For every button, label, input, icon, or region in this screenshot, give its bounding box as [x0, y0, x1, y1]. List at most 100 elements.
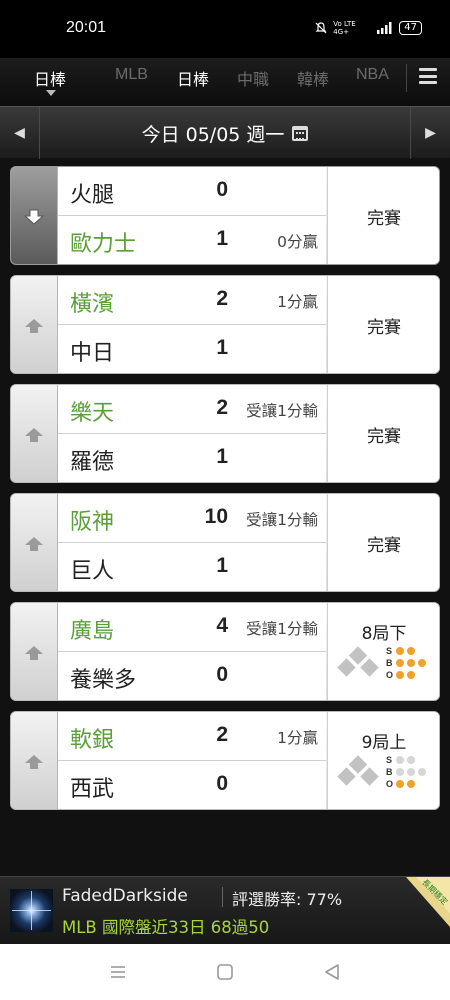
team-row-home: 羅德 1 — [58, 434, 326, 482]
ball-row: B — [386, 766, 436, 778]
team-name: 軟銀 — [70, 728, 115, 753]
current-date: 今日 05/05 週一 — [141, 123, 285, 146]
arrow-up-icon — [25, 318, 43, 333]
team-name: 歐力士 — [70, 232, 137, 257]
handicap-result: 受讓1分輸 — [246, 402, 318, 420]
team-score: 1 — [216, 445, 228, 468]
expert-banner[interactable]: FadedDarkside 評選勝率: 77% MLB 國際盤近33日 68過5… — [0, 876, 450, 944]
out-row: O — [386, 778, 436, 790]
recent-apps-icon[interactable] — [108, 963, 128, 981]
count-dot — [407, 659, 415, 667]
team-score: 2 — [216, 287, 228, 310]
inning-status: 8局下 — [361, 624, 407, 644]
count-dot — [407, 671, 415, 679]
bases-diamond-icon — [337, 755, 379, 786]
team-name: 巨人 — [70, 559, 115, 584]
divider — [222, 887, 223, 907]
strike-label: S — [386, 755, 393, 765]
count-dot — [396, 671, 404, 679]
left-arrow-icon: ◀ — [14, 125, 25, 141]
game-status-panel: 8局下 S B O — [327, 603, 439, 700]
arrow-up-icon — [25, 427, 43, 442]
team-row-away: 火腿 0 — [58, 167, 326, 216]
teams-panel: 橫濱 2 1分贏 中日 1 — [58, 276, 326, 373]
tab-japan-baseball[interactable]: 日棒 — [177, 66, 209, 90]
right-arrow-icon: ▶ — [425, 125, 436, 141]
selected-tab-indicator — [46, 90, 56, 96]
team-row-away: 廣島 4 受讓1分輸 — [58, 603, 326, 652]
ball-row: B — [386, 657, 436, 669]
next-day-button[interactable]: ▶ — [410, 107, 450, 159]
count-indicator: S B O — [386, 645, 436, 681]
game-status: 完賽 — [367, 318, 401, 338]
team-score: 0 — [216, 178, 228, 201]
previous-day-button[interactable]: ◀ — [0, 107, 40, 159]
expert-username: FadedDarkside — [62, 886, 188, 906]
handicap-result: 受讓1分輸 — [246, 620, 318, 638]
count-dot — [407, 647, 415, 655]
team-score: 1 — [216, 227, 228, 250]
game-card[interactable]: 橫濱 2 1分贏 中日 1 完賽 — [10, 275, 440, 374]
game-status-panel: 9局上 S B O — [327, 712, 439, 809]
team-score: 4 — [216, 614, 228, 637]
handicap-result: 1分贏 — [277, 293, 318, 311]
game-card[interactable]: 廣島 4 受讓1分輸 養樂多 0 8局下 S B O — [10, 602, 440, 701]
count-dot — [396, 768, 404, 776]
team-row-home: 歐力士 1 0分贏 — [58, 216, 326, 264]
game-card[interactable]: 樂天 2 受讓1分輸 羅德 1 完賽 — [10, 384, 440, 483]
stable-ribbon-badge: 長期穩定 — [406, 877, 450, 927]
calendar-icon[interactable] — [292, 125, 309, 141]
teams-panel: 火腿 0 歐力士 1 0分贏 — [58, 167, 326, 264]
expand-toggle[interactable] — [11, 712, 58, 809]
game-card[interactable]: 軟銀 2 1分贏 西武 0 9局上 S B O — [10, 711, 440, 810]
out-row: O — [386, 669, 436, 681]
game-status-panel: 完賽 — [327, 385, 439, 482]
tab-kbo[interactable]: 韓棒 — [297, 66, 329, 90]
team-name: 西武 — [70, 777, 115, 802]
date-picker[interactable]: 今日 05/05 週一 — [40, 107, 410, 159]
back-icon[interactable] — [322, 963, 342, 981]
game-status: 完賽 — [367, 427, 401, 447]
tab-nba[interactable]: NBA — [356, 66, 389, 84]
handicap-result: 受讓1分輸 — [246, 511, 318, 529]
tab-cpbl[interactable]: 中職 — [237, 66, 269, 90]
expand-toggle[interactable] — [11, 494, 58, 591]
team-name: 阪神 — [70, 510, 115, 535]
avatar — [10, 889, 53, 932]
team-score: 2 — [216, 723, 228, 746]
game-card[interactable]: 火腿 0 歐力士 1 0分贏 完賽 — [10, 166, 440, 265]
count-dot — [418, 768, 426, 776]
win-rate: 評選勝率: 77% — [232, 890, 343, 909]
count-dot — [396, 647, 404, 655]
team-row-home: 巨人 1 — [58, 543, 326, 591]
expand-toggle[interactable] — [11, 603, 58, 700]
team-score: 0 — [216, 772, 228, 795]
mute-icon — [315, 22, 327, 34]
date-navigator: ◀ 今日 05/05 週一 ▶ — [0, 106, 450, 159]
count-dot — [396, 756, 404, 764]
team-name: 樂天 — [70, 401, 115, 426]
inning-status: 9局上 — [361, 733, 407, 753]
expand-toggle[interactable] — [11, 167, 58, 264]
team-score: 0 — [216, 663, 228, 686]
game-status: 完賽 — [367, 209, 401, 229]
team-name: 羅德 — [70, 450, 115, 475]
battery-icon: 47 — [399, 21, 422, 35]
tab-mlb[interactable]: MLB — [115, 66, 148, 84]
strike-row: S — [386, 645, 436, 657]
count-dot — [418, 659, 426, 667]
team-row-away: 阪神 10 受讓1分輸 — [58, 494, 326, 543]
game-status: 完賽 — [367, 536, 401, 556]
expand-toggle[interactable] — [11, 385, 58, 482]
arrow-up-icon — [25, 536, 43, 551]
expand-toggle[interactable] — [11, 276, 58, 373]
ball-label: B — [386, 658, 393, 668]
home-icon[interactable] — [215, 963, 235, 981]
teams-panel: 廣島 4 受讓1分輸 養樂多 0 — [58, 603, 326, 700]
bases-diamond-icon — [337, 646, 379, 677]
game-card[interactable]: 阪神 10 受讓1分輸 巨人 1 完賽 — [10, 493, 440, 592]
menu-icon[interactable] — [419, 68, 437, 84]
team-score: 1 — [216, 336, 228, 359]
arrow-down-icon — [23, 209, 45, 225]
tab-japan-baseball-selected[interactable]: 日棒 — [34, 66, 66, 90]
